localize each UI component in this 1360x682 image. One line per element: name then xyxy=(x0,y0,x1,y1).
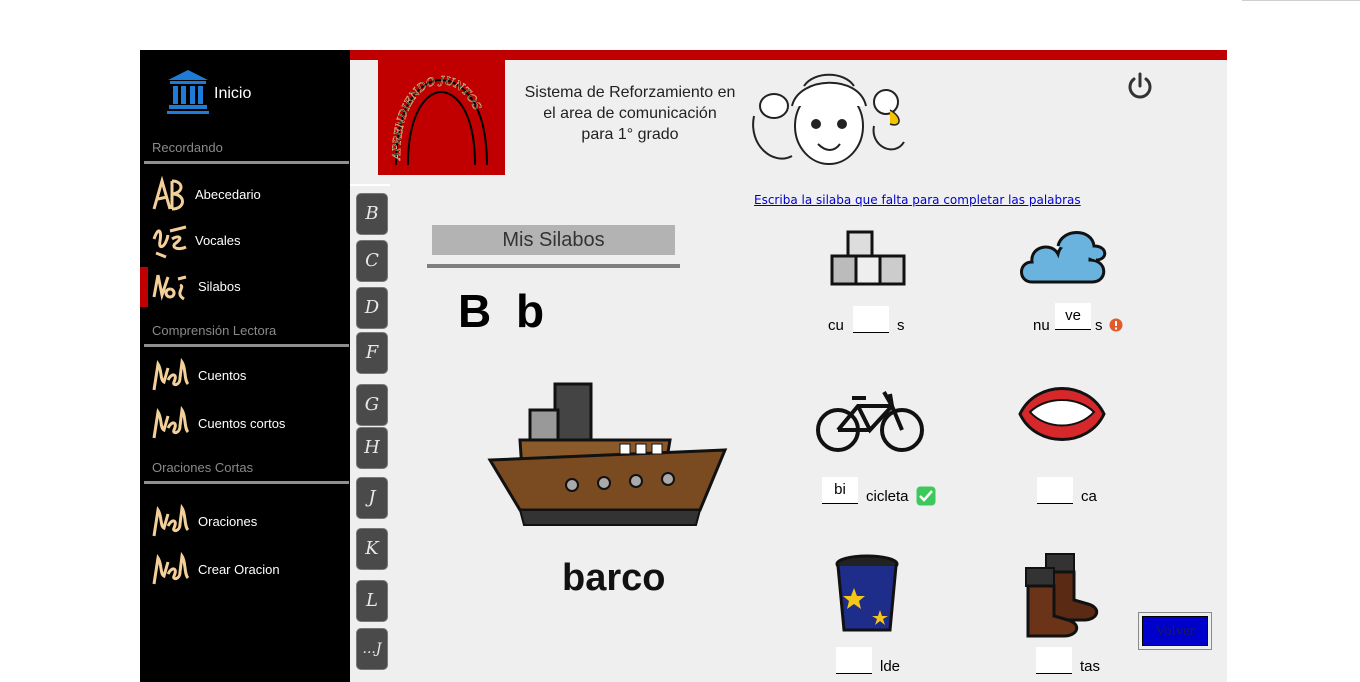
abc-icon xyxy=(152,175,184,211)
letter-button-b[interactable]: B xyxy=(356,193,388,235)
exercise-instruction[interactable]: Escriba la silaba que falta para complet… xyxy=(754,193,1081,207)
ship-image xyxy=(487,382,728,526)
main-content: APRENDIENDO JUNTOS Sistema de Reforzamie… xyxy=(350,50,1227,682)
check-icon xyxy=(916,486,936,506)
syllable-suffix: tas xyxy=(1080,658,1101,675)
subtitle-line: el area de comunicación xyxy=(543,105,717,122)
letter-button-k[interactable]: K xyxy=(356,528,388,570)
syllables-icon xyxy=(152,274,187,301)
volver-button[interactable]: Volver xyxy=(1138,612,1212,650)
section-divider xyxy=(144,161,349,164)
blocks-image xyxy=(830,230,906,286)
lesson-word: barco xyxy=(562,557,666,599)
home-link[interactable]: Inicio xyxy=(166,68,326,116)
bicycle-image xyxy=(816,391,924,452)
answer-input-boca[interactable] xyxy=(1037,477,1073,504)
letter-button-l[interactable]: L xyxy=(356,580,388,622)
answer-input-balde[interactable] xyxy=(836,647,872,674)
sidebar-item-silabos[interactable]: Silabos xyxy=(140,267,346,307)
sidebar-item-label: Crear Oracion xyxy=(198,562,280,577)
sidebar-item-cuentos[interactable]: Cuentos xyxy=(150,356,346,396)
letter-column-top-line xyxy=(350,184,390,186)
answer-input-botas[interactable] xyxy=(1036,647,1072,674)
bucket-image xyxy=(835,554,899,632)
syllable-suffix: s xyxy=(897,317,905,334)
syllable-suffix: ca xyxy=(1081,488,1097,505)
home-label: Inicio xyxy=(214,85,252,102)
syllable-suffix: s xyxy=(1095,317,1103,334)
reading-icon xyxy=(152,357,190,391)
sidebar-item-label: Abecedario xyxy=(195,187,261,202)
sidebar-item-label: Vocales xyxy=(195,233,241,248)
reading-icon xyxy=(152,405,190,439)
boots-image xyxy=(1025,553,1099,638)
reading-icon xyxy=(152,503,190,537)
letter-button-f[interactable]: F xyxy=(356,332,388,374)
error-icon xyxy=(1109,318,1123,332)
power-icon[interactable] xyxy=(1126,72,1154,100)
section-oraciones: Oraciones Cortas xyxy=(152,460,254,475)
sidebar-item-vocales[interactable]: Vocales xyxy=(150,221,346,261)
answer-input-nubes[interactable]: ve xyxy=(1055,303,1091,330)
lesson-letter: B b xyxy=(458,285,551,337)
letter-button-d[interactable]: D xyxy=(356,287,388,329)
letter-button-j[interactable]: J xyxy=(356,477,388,519)
letter-button-g[interactable]: G xyxy=(356,384,388,426)
syllable-suffix: lde xyxy=(880,658,901,675)
vowels-icon xyxy=(152,225,187,259)
top-edge-line xyxy=(1242,0,1360,1)
sidebar-item-label: Silabos xyxy=(198,279,241,294)
mouth-image xyxy=(1018,387,1106,441)
section-comprension: Comprensión Lectora xyxy=(152,323,277,338)
reading-icon xyxy=(152,551,190,585)
letter-button-more[interactable]: ...J xyxy=(356,628,388,670)
sidebar-item-label: Oraciones xyxy=(198,514,258,529)
active-indicator xyxy=(140,267,148,307)
sidebar: Inicio Recordando Abecedario Vocales Sil… xyxy=(140,50,350,682)
sidebar-item-label: Cuentos xyxy=(198,368,247,383)
subtitle-line: Sistema de Reforzamiento en xyxy=(524,84,736,101)
sidebar-item-oraciones[interactable]: Oraciones xyxy=(150,502,346,542)
volver-button-label: Volver xyxy=(1142,616,1208,646)
sidebar-item-cuentos-cortos[interactable]: Cuentos cortos xyxy=(150,404,346,444)
subtitle-line: para 1° grado xyxy=(581,126,679,143)
sidebar-item-label: Cuentos cortos xyxy=(198,416,286,431)
syllable-suffix: cicleta xyxy=(866,488,909,505)
svg-text:APRENDIENDO JUNTOS: APRENDIENDO JUNTOS xyxy=(390,74,484,161)
lesson-title: Mis Silabos xyxy=(432,225,675,255)
section-recordando: Recordando xyxy=(152,140,223,155)
syllable-prefix: cu xyxy=(828,317,844,334)
syllable-prefix: nu xyxy=(1033,317,1050,334)
bank-icon xyxy=(167,70,209,114)
section-divider xyxy=(144,344,349,347)
letter-button-h[interactable]: H xyxy=(356,427,388,469)
header-accent-bar xyxy=(350,50,1227,60)
lesson-title-underline xyxy=(427,264,680,268)
letter-button-c[interactable]: C xyxy=(356,240,388,282)
sidebar-item-abecedario[interactable]: Abecedario xyxy=(150,175,346,215)
kids-mascot-illustration xyxy=(752,73,905,165)
answer-input-bicicleta[interactable]: bi xyxy=(822,477,858,504)
answer-input-cubos[interactable] xyxy=(853,306,889,333)
app-subtitle: Sistema de Reforzamiento en el area de c… xyxy=(510,82,750,145)
sidebar-item-crear-oracion[interactable]: Crear Oracion xyxy=(150,550,346,590)
app-logo: APRENDIENDO JUNTOS xyxy=(378,60,505,175)
cloud-image xyxy=(1020,231,1107,284)
section-divider xyxy=(144,481,349,484)
